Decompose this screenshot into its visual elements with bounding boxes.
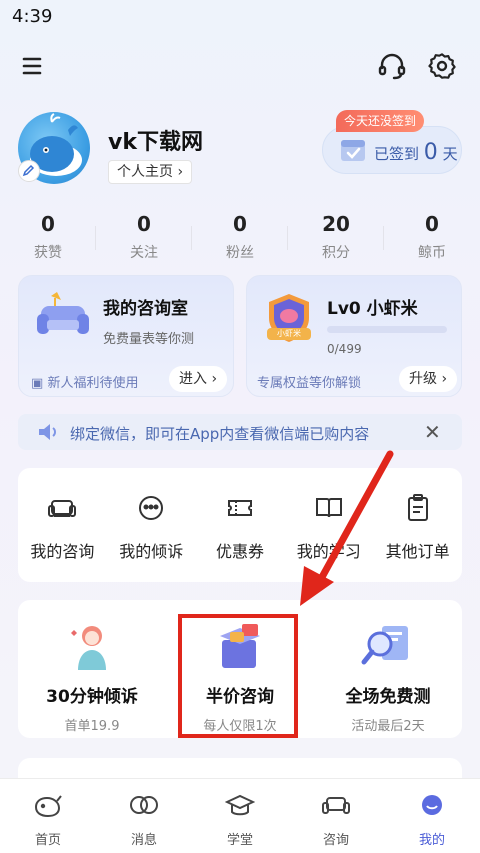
menu-icon[interactable] (18, 50, 50, 82)
stats-row: 0 获赞 0 关注 0 粉丝 20 积分 0 鲸币 (0, 212, 480, 268)
checkin-days: 0 (423, 140, 438, 165)
level-card[interactable]: 小虾米 Lv0 小虾米 0/499 专属权益等你解锁 升级 › (246, 275, 462, 397)
nav-label: 学堂 (226, 833, 253, 848)
calendar-check-icon (338, 134, 368, 164)
nav-consult[interactable]: 咨询 (288, 779, 384, 853)
sofa-icon (322, 797, 350, 814)
stat-label: 鲸币 (418, 245, 446, 261)
level-footer: 专属权益等你解锁 (257, 376, 362, 391)
stat-label: 关注 (130, 245, 158, 261)
profile-icon (422, 795, 442, 815)
nav-messages[interactable]: 消息 (96, 779, 192, 853)
order-label: 我的倾诉 (119, 542, 184, 561)
gear-icon[interactable] (426, 50, 458, 82)
stat-likes[interactable]: 0 获赞 (0, 212, 96, 268)
consult-subtitle: 免费量表等你测 (103, 332, 195, 347)
order-item-confide[interactable]: 我的倾诉 (107, 468, 196, 582)
username: vk下载网 (108, 130, 203, 155)
consult-room-card[interactable]: 我的咨询室 免费量表等你测 ▣ 新人福利待使用 进入 › (18, 275, 234, 397)
checkin-label: 已签到 (374, 145, 420, 163)
level-title: Lv0 小虾米 (327, 299, 418, 319)
nav-label: 咨询 (322, 833, 349, 848)
magnifier-report-icon (361, 626, 408, 665)
stat-label: 粉丝 (226, 245, 254, 261)
order-item-consult[interactable]: 我的咨询 (18, 468, 107, 582)
level-progress-bar (327, 326, 447, 333)
service-title: 30分钟倾诉 (46, 687, 138, 707)
stat-following[interactable]: 0 关注 (96, 212, 192, 268)
ticket-icon (227, 500, 252, 516)
nav-home[interactable]: 首页 (0, 779, 96, 853)
stat-label: 获赞 (34, 245, 62, 261)
headset-icon[interactable] (376, 50, 408, 82)
bottom-nav: 首页 消息 学堂 咨询 我的 (0, 778, 480, 853)
nav-label: 消息 (130, 833, 157, 848)
consult-footer-text: 新人福利待使用 (47, 376, 139, 391)
service-free-test[interactable]: 全场免费测 活动最后2天 (314, 600, 462, 738)
service-subtitle: 活动最后2天 (351, 719, 425, 734)
sofa-illustration-icon (33, 292, 93, 346)
stat-value: 0 (41, 212, 55, 236)
checkin-status: 已签到 0 天 (374, 140, 458, 165)
checkin-tag: 今天还没签到 (336, 110, 425, 132)
stat-fans[interactable]: 0 粉丝 (192, 212, 288, 268)
stat-value: 0 (233, 212, 247, 236)
status-time: 4:39 (12, 6, 53, 27)
clipboard-icon (407, 494, 428, 521)
stat-value: 0 (425, 212, 439, 236)
graduation-cap-icon (224, 794, 256, 816)
checkin-unit: 天 (442, 145, 458, 163)
consult-footer: ▣ 新人福利待使用 (31, 372, 138, 391)
chat-face-icon (139, 496, 164, 520)
order-label: 我的咨询 (30, 542, 95, 561)
order-item-coupon[interactable]: 优惠券 (196, 468, 285, 582)
wechat-bind-text: 绑定微信，即可在App内查看微信端已购内容 (70, 425, 370, 443)
order-label: 优惠券 (215, 542, 264, 561)
stat-value: 0 (137, 212, 151, 236)
upgrade-button[interactable]: 升级 › (399, 366, 458, 392)
badge-text: 小虾米 (277, 329, 301, 338)
stat-points[interactable]: 20 积分 (288, 212, 384, 268)
homepage-button[interactable]: 个人主页 › (108, 160, 193, 184)
service-confide[interactable]: 30分钟倾诉 首单19.9 (18, 600, 166, 738)
level-progress-text: 0/499 (327, 342, 362, 356)
message-icon (130, 796, 158, 814)
edit-icon[interactable] (18, 160, 40, 182)
stat-value: 20 (322, 212, 350, 236)
close-icon[interactable]: ✕ (424, 420, 441, 444)
stat-whale-coins[interactable]: 0 鲸币 (384, 212, 480, 268)
consult-title: 我的咨询室 (103, 299, 188, 319)
red-arrow-icon (300, 450, 394, 606)
stat-label: 积分 (322, 245, 350, 261)
woman-illustration-icon (71, 626, 106, 670)
nav-label: 我的 (418, 833, 445, 848)
nav-label: 首页 (34, 833, 61, 848)
sofa-icon (48, 500, 77, 517)
service-title: 全场免费测 (345, 687, 431, 707)
gift-icon: ▣ (31, 376, 44, 391)
highlight-box (178, 614, 298, 738)
enter-button[interactable]: 进入 › (169, 366, 228, 392)
speaker-icon (36, 421, 60, 447)
whale-icon (34, 795, 62, 818)
nav-academy[interactable]: 学堂 (192, 779, 288, 853)
service-subtitle: 首单19.9 (64, 719, 120, 734)
shrimp-badge-icon: 小虾米 (261, 290, 317, 350)
nav-mine[interactable]: 我的 (384, 779, 480, 853)
